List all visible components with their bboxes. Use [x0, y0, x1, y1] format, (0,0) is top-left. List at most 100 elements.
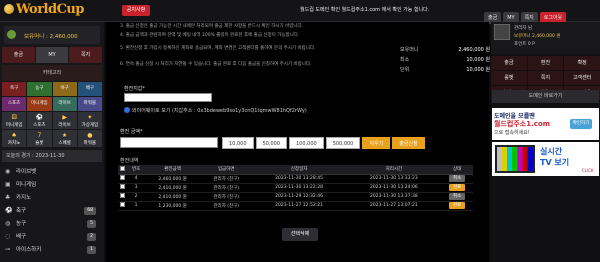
sidebar-item-icehockey[interactable]: ⊸ 아이스하키 1 [2, 244, 102, 256]
cell-depositor: 관리자 (친구) [200, 183, 252, 193]
cell-process-date: 2023-11-30 13:33:23 [346, 174, 442, 184]
table-row: 4 2,460,000 원 관리자 (친구) 2023-11-30 13:28:… [118, 174, 473, 184]
category-title: 카테고리 [2, 65, 102, 81]
status-badge: 취소 [449, 175, 466, 182]
cell-depositor: 관리자 (친구) [200, 174, 252, 184]
sidebar-item-basketball[interactable]: ◍ 농구 5 [2, 218, 102, 230]
tile-slot[interactable]: 7 슬롯 [27, 130, 52, 147]
tile-sports[interactable]: ⚽ 스포츠 [27, 112, 52, 129]
balance-info: 보유머니 2,460,000 원 최소 10,000 원 단위 10,000 원 [400, 46, 490, 76]
site-logo[interactable]: WorldCup [4, 2, 84, 17]
col-header: 처리시간 [346, 165, 442, 175]
right-rolling-button[interactable]: 롤벳 [491, 71, 527, 85]
wallet-radio[interactable]: 와이어웨이로 보기 (지갑주소 : 0x3bdeweb9so1y3cnQ1tqm… [124, 107, 307, 114]
radio-selected-icon [124, 107, 130, 113]
sidebar-item-volleyball[interactable]: ◌ 배구 2 [2, 231, 102, 243]
domain-shortcut-button[interactable]: 도메인 바로가기 [492, 90, 599, 103]
profile-points: 포인트 0 P [514, 42, 535, 47]
sidebar-item-livebet[interactable]: ◉ 라이브벳 [2, 166, 102, 178]
profile-balance: 보유머니 2,460,000 원 [514, 34, 561, 39]
col-header: 입금하면 [200, 165, 252, 175]
tile-minigame[interactable]: ⚄ 미니게임 [2, 112, 27, 129]
amount-input[interactable] [120, 137, 218, 148]
cell-depositor: 관리자 (친구) [200, 201, 252, 211]
cell-amount: 2,460,000 원 [144, 174, 201, 184]
balance-display: 보유머니 : 2,460,000 [4, 26, 100, 44]
hockey-icon: ⊸ [5, 246, 11, 253]
right-support-button[interactable]: 고객센터 [564, 71, 600, 85]
info-value: 10,000 원 [466, 67, 490, 73]
left-my-button[interactable]: MY [35, 47, 69, 63]
clear-button[interactable]: 지우기 [362, 137, 391, 149]
cat-live[interactable]: 라이브 [52, 97, 77, 111]
sidebar-item-minigame[interactable]: ▣ 미니게임 [2, 179, 102, 191]
cat-baseball[interactable]: 야구 [52, 82, 77, 96]
basketball-icon: ◍ [5, 220, 11, 227]
row-checkbox[interactable] [120, 175, 126, 180]
trophy-icon [4, 4, 14, 14]
count-badge: 1 [87, 246, 96, 254]
live-icon: ◉ [5, 168, 11, 175]
tile-powerball[interactable]: ● 파워볼 [77, 130, 102, 147]
cat-volleyball[interactable]: 배구 [77, 82, 102, 96]
amount-100000-button[interactable]: 100,000 [289, 137, 324, 149]
status-badge: 취소 [449, 193, 466, 200]
delete-selected-button[interactable]: 선택삭제 [282, 228, 318, 241]
gamepad-icon: ▣ [5, 181, 11, 188]
cell-request-date: 2023-11-30 13:28:45 [251, 174, 347, 184]
left-actions: 출금 MY 쪽지 [2, 47, 103, 63]
notice-button[interactable]: 공지사항 [122, 5, 150, 16]
right-exchange-button[interactable]: 환전 [527, 56, 564, 70]
table-row: 3 2,410,000 원 관리자 (친구) 2023-11-30 13:22:… [118, 183, 473, 193]
cell-request-date: 2023-11-29 12:32:46 [251, 192, 347, 202]
cat-soccer[interactable]: 축구 [2, 82, 27, 96]
profile-name: 관리자 님 [514, 26, 532, 31]
soccer-icon: ⚽ [5, 207, 13, 214]
right-message-button[interactable]: 쪽지 [527, 71, 564, 85]
sidebar-item-soccer[interactable]: ⚽ 축구 68 [2, 205, 102, 217]
tile-virtual[interactable]: ✦ 가상게임 [77, 112, 102, 129]
cat-powerball[interactable]: 파워볼 [77, 97, 102, 111]
cat-sports[interactable]: 스포츠 [2, 97, 27, 111]
cell-no: 4 [127, 174, 145, 184]
marquee-ticker: 월드컵 도메인 확인 월드컵주소1.com 에서 확인 가능 합니다. [300, 7, 430, 13]
status-badge: 완료 [449, 184, 466, 191]
amount-10000-button[interactable]: 10,000 [222, 137, 254, 149]
right-confirm-button[interactable]: 확정 [564, 56, 600, 70]
row-checkbox[interactable] [120, 202, 126, 207]
tile-casino[interactable]: ♠ 카지노 [2, 130, 27, 147]
cell-amount: 2,410,000 원 [144, 183, 201, 193]
right-withdraw-button[interactable]: 출금 [491, 56, 527, 70]
info-key: 보유머니 [400, 47, 419, 53]
tile-live[interactable]: ▶ 라이브 [52, 112, 77, 129]
left-withdraw-button[interactable]: 출금 [2, 47, 35, 63]
row-checkbox[interactable] [120, 193, 126, 198]
ad-domain-text: 월드컵주소1.com [494, 120, 550, 128]
select-all-checkbox[interactable] [120, 165, 126, 171]
cell-process-date: 2023-11-30 13:37:38 [346, 192, 442, 202]
cell-amount: 2,410,000 원 [144, 192, 201, 202]
gamepad-icon: ✦ [87, 114, 93, 121]
cell-request-date: 2023-11-27 12:52:21 [251, 201, 347, 211]
wallet-label: 환전지갑* [124, 86, 145, 92]
live-icon: ▶ [62, 114, 67, 121]
left-message-button[interactable]: 쪽지 [69, 47, 103, 63]
amount-500000-button[interactable]: 500,000 [325, 137, 361, 149]
amount-buttons: 10,000 50,000 100,000 500,000 지우기 출금신청 [222, 137, 425, 149]
col-select[interactable] [118, 165, 128, 175]
wallet-input[interactable] [124, 93, 212, 102]
count-badge: 2 [87, 233, 96, 241]
submit-withdraw-button[interactable]: 출금신청 [392, 137, 425, 149]
amount-50000-button[interactable]: 50,000 [255, 137, 287, 149]
row-checkbox[interactable] [120, 184, 126, 189]
live-tv-text: 실시간 [540, 147, 563, 156]
volleyball-icon: ◌ [5, 233, 11, 240]
cat-minigame[interactable]: 미니게임 [27, 97, 52, 111]
cell-request-date: 2023-11-30 13:22:28 [251, 183, 347, 193]
tile-special[interactable]: ★ 스페셜 [52, 130, 77, 147]
ad-confirm-button[interactable]: 확인하기 [570, 119, 592, 129]
sidebar-item-casino[interactable]: ♣ 카지노 [2, 192, 102, 204]
cat-basketball[interactable]: 농구 [27, 82, 52, 96]
game-tile-grid: ⚄ 미니게임 ⚽ 스포츠 ▶ 라이브 ✦ 가상게임 ♠ 카지노 7 슬롯 ★ 스페셜 ● 파워볼 [2, 112, 102, 147]
click-label: CLICK [582, 168, 594, 173]
